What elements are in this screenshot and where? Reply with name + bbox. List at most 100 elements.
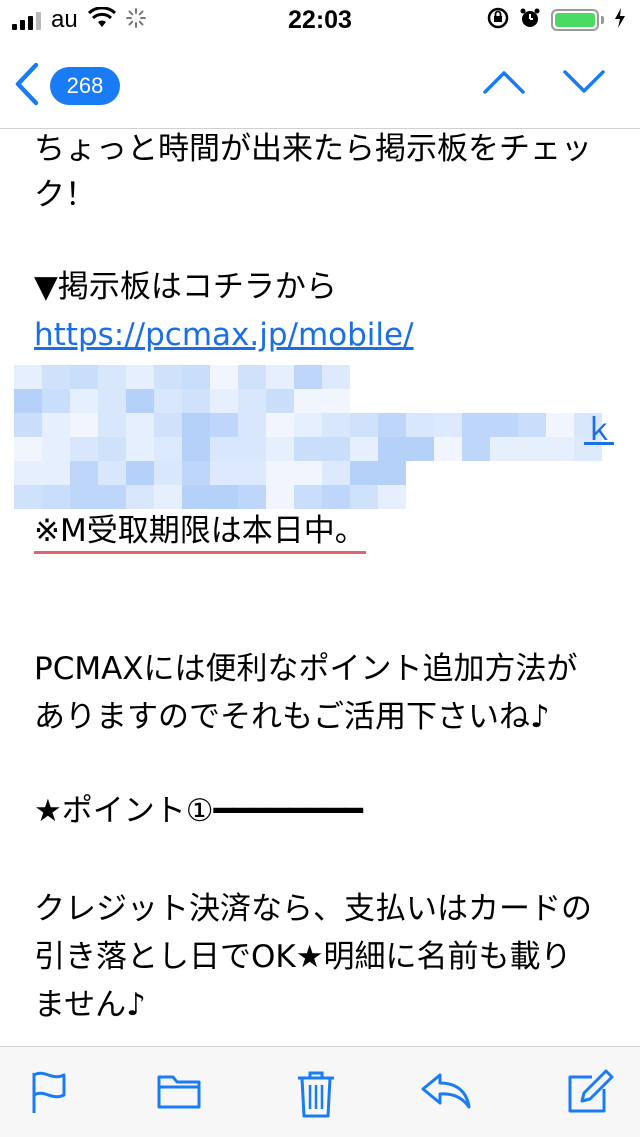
mail-body: ちょっと時間が出来たら掲示板をチェッ ク！ ▼掲示板はコチラから https:/… <box>0 129 640 1046</box>
mosaic-tile <box>154 413 182 437</box>
compose-button[interactable] <box>566 1069 614 1119</box>
body-line-5: PCMAXには便利なポイント追加方法が <box>34 651 578 687</box>
mosaic-tile <box>266 485 294 509</box>
delete-button[interactable] <box>296 1069 336 1123</box>
mosaic-tile <box>14 437 42 461</box>
body-line-3: ▼掲示板はコチラから <box>34 269 337 305</box>
mosaic-tile <box>462 413 490 437</box>
mosaic-tile <box>238 485 266 509</box>
censored-mosaic-bottom <box>14 461 406 509</box>
battery-cap <box>601 16 604 24</box>
mosaic-tile <box>406 437 434 461</box>
mosaic-tile <box>70 365 98 389</box>
mosaic-tile <box>126 413 154 437</box>
body-line-9: 引き落とし日でOK★明細に名前も載り <box>34 939 572 975</box>
body-line-8: クレジット決済なら、支払いはカードの <box>34 891 592 927</box>
back-button[interactable]: 268 <box>14 62 120 110</box>
deadline-text: ※M受取期限は本日中。 <box>34 513 366 554</box>
mosaic-tile <box>126 485 154 509</box>
body-line-6: ありますのでそれもご活用下さいね♪ <box>34 699 550 735</box>
mosaic-tile <box>546 413 574 437</box>
battery-level <box>555 13 595 27</box>
mosaic-tile <box>70 461 98 485</box>
mosaic-tile <box>434 437 462 461</box>
mosaic-tile <box>322 461 350 485</box>
mosaic-tile <box>322 413 350 437</box>
mosaic-tile <box>210 413 238 437</box>
mosaic-tile <box>182 389 210 413</box>
trash-icon <box>296 1071 336 1123</box>
mosaic-tile <box>518 413 546 437</box>
reply-button[interactable] <box>420 1069 472 1115</box>
mosaic-tile <box>154 437 182 461</box>
mosaic-tile <box>70 485 98 509</box>
mosaic-tile <box>322 365 350 389</box>
bottom-toolbar <box>0 1046 640 1137</box>
mosaic-tile <box>182 461 210 485</box>
body-line-2: ク！ <box>34 177 96 213</box>
next-message-button[interactable] <box>562 64 606 102</box>
board-link[interactable]: https://pcmax.jp/mobile/ <box>34 315 414 355</box>
body-line-7: ★ポイント①━━━━━━━━ <box>34 793 363 829</box>
mosaic-tile <box>126 437 154 461</box>
mosaic-tile <box>210 437 238 461</box>
mosaic-tile <box>294 413 322 437</box>
mosaic-tile <box>210 365 238 389</box>
mosaic-tile <box>546 437 574 461</box>
mosaic-tile <box>42 461 70 485</box>
mosaic-tile <box>182 485 210 509</box>
rotation-lock-icon <box>487 7 509 33</box>
mosaic-tile <box>294 389 322 413</box>
mosaic-tile <box>14 413 42 437</box>
mosaic-tile <box>210 461 238 485</box>
mosaic-tile <box>378 437 406 461</box>
mosaic-tile <box>378 413 406 437</box>
battery-icon <box>551 9 599 31</box>
mosaic-tile <box>154 389 182 413</box>
mosaic-tile <box>378 485 406 509</box>
mosaic-tile <box>210 485 238 509</box>
mosaic-tile <box>14 461 42 485</box>
flag-button[interactable] <box>30 1069 70 1119</box>
mosaic-tile <box>70 389 98 413</box>
unread-count-badge: 268 <box>50 67 120 105</box>
mosaic-tile <box>14 485 42 509</box>
mosaic-tile <box>294 461 322 485</box>
mosaic-tile <box>210 389 238 413</box>
mosaic-tile <box>322 485 350 509</box>
move-to-folder-button[interactable] <box>156 1069 202 1115</box>
charging-icon <box>614 8 626 32</box>
mosaic-tile <box>154 461 182 485</box>
previous-message-button[interactable] <box>482 64 526 102</box>
mosaic-tile <box>98 365 126 389</box>
censored-link-tail[interactable]: ｋ <box>584 411 614 451</box>
mosaic-tile <box>42 389 70 413</box>
mosaic-tile <box>126 389 154 413</box>
censored-mosaic-wide <box>14 413 602 461</box>
mosaic-tile <box>406 413 434 437</box>
mosaic-tile <box>322 437 350 461</box>
status-right <box>487 7 626 33</box>
mosaic-tile <box>42 365 70 389</box>
mosaic-tile <box>238 437 266 461</box>
mosaic-tile <box>154 365 182 389</box>
mosaic-tile <box>126 461 154 485</box>
back-chevron-icon <box>14 62 40 110</box>
mosaic-tile <box>14 389 42 413</box>
mosaic-tile <box>266 413 294 437</box>
folder-icon <box>156 1075 202 1115</box>
mosaic-tile <box>126 365 154 389</box>
mosaic-tile <box>350 485 378 509</box>
chevron-up-icon <box>482 71 526 102</box>
mosaic-tile <box>322 389 350 413</box>
body-line-1: ちょっと時間が出来たら掲示板をチェッ <box>34 131 592 167</box>
mosaic-tile <box>434 413 462 437</box>
censored-mosaic <box>14 365 350 413</box>
mosaic-tile <box>294 437 322 461</box>
mosaic-tile <box>182 365 210 389</box>
mosaic-tile <box>42 485 70 509</box>
mosaic-tile <box>98 485 126 509</box>
mosaic-tile <box>490 437 518 461</box>
mosaic-tile <box>378 461 406 485</box>
status-bar: au 22:03 <box>0 0 640 40</box>
